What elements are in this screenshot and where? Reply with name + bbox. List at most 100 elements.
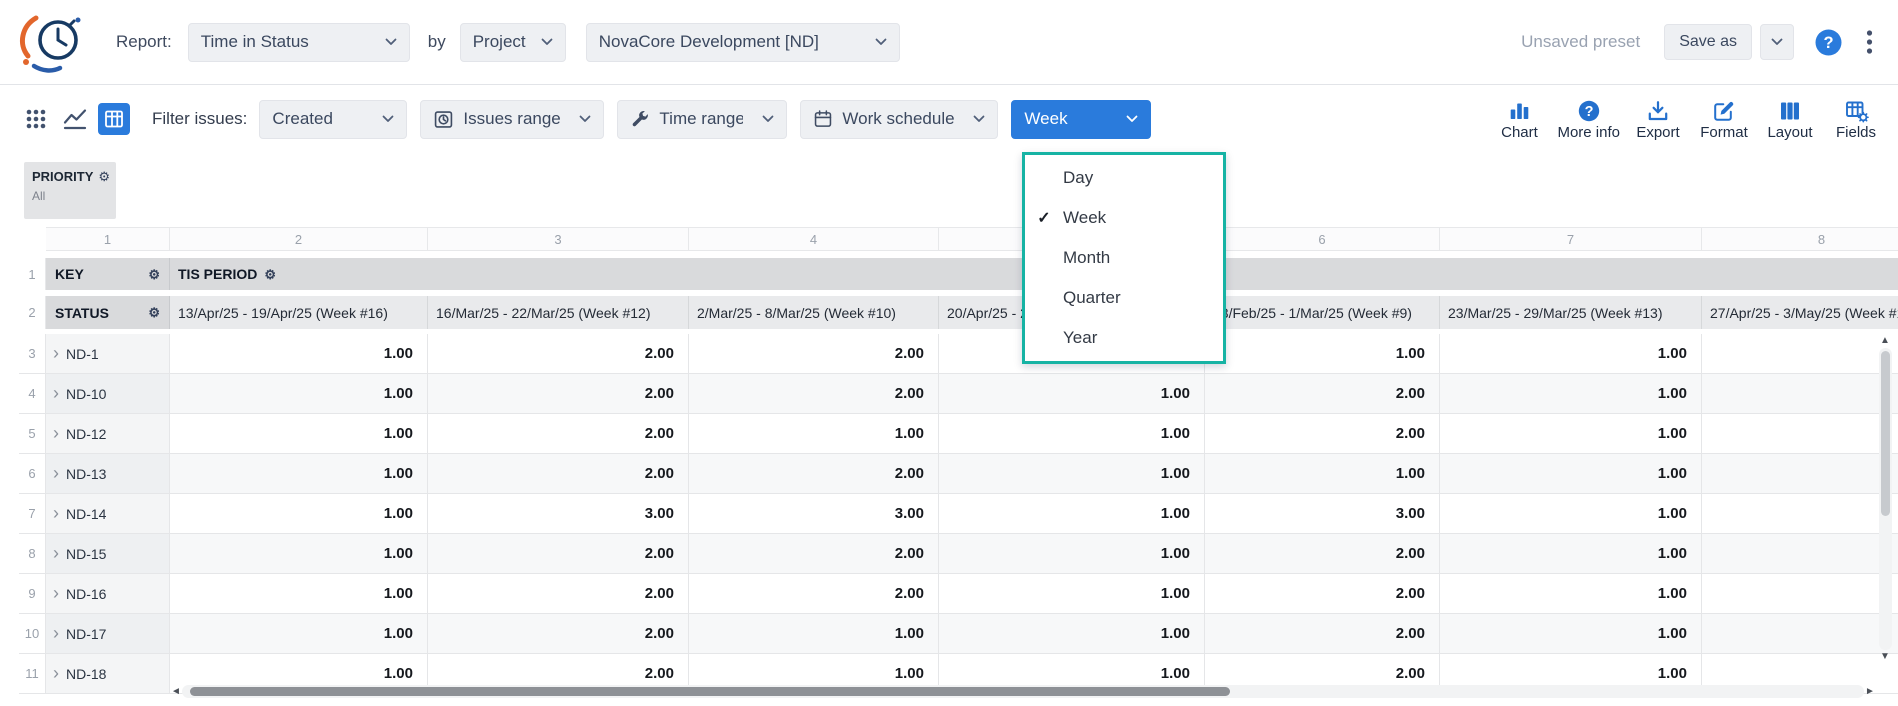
- scroll-right-icon[interactable]: ►: [1864, 686, 1876, 697]
- trend-chart-icon: [62, 107, 88, 131]
- vertical-scroll-thumb[interactable]: [1881, 351, 1890, 516]
- issue-key-cell[interactable]: ›ND-1: [46, 334, 170, 374]
- vertical-scrollbar[interactable]: ▲ ▼: [1877, 334, 1893, 664]
- horizontal-scroll-thumb[interactable]: [190, 687, 1230, 696]
- value-cell: 1.00: [1440, 574, 1702, 614]
- table-row: 9›ND-161.002.002.001.002.001.00: [19, 574, 1898, 614]
- grid-view-button[interactable]: [20, 103, 52, 135]
- wrench-icon: [630, 109, 650, 129]
- report-type-value: Time in Status: [201, 32, 375, 52]
- chart-action-button[interactable]: Chart: [1491, 98, 1547, 141]
- period-option-quarter[interactable]: Quarter: [1025, 278, 1223, 318]
- issues-range-label: Issues range: [463, 109, 560, 129]
- issue-key-cell[interactable]: ›ND-17: [46, 614, 170, 654]
- save-as-button[interactable]: Save as: [1664, 24, 1752, 60]
- period-option-week[interactable]: ✓Week: [1025, 198, 1223, 238]
- horizontal-scroll-track[interactable]: [182, 685, 1864, 698]
- chevron-down-icon: [382, 115, 394, 123]
- value-cell: 2.00: [428, 374, 689, 414]
- expand-row-icon[interactable]: ›: [53, 504, 59, 522]
- app-root: Report: Time in Status by Project NovaCo…: [0, 0, 1898, 706]
- issue-key-cell[interactable]: ›ND-15: [46, 534, 170, 574]
- period-column-header: 2/Mar/25 - 8/Mar/25 (Week #10): [689, 296, 939, 329]
- gear-icon[interactable]: ⚙: [148, 268, 160, 281]
- issue-key-cell[interactable]: › ND-14: [46, 494, 170, 534]
- issues-range-button[interactable]: Issues range: [420, 100, 604, 139]
- value-cell: [1702, 614, 1898, 654]
- issue-key-cell[interactable]: ›ND-12: [46, 414, 170, 454]
- priority-filter[interactable]: PRIORITY ⚙ All: [24, 162, 116, 219]
- format-action-button[interactable]: Format: [1696, 98, 1752, 141]
- value-cell: 2.00: [1205, 614, 1440, 654]
- project-select[interactable]: NovaCore Development [ND]: [586, 23, 900, 62]
- by-label: by: [428, 32, 446, 52]
- expand-row-icon[interactable]: ›: [53, 624, 59, 642]
- value-cell: 2.00: [689, 334, 939, 374]
- value-cell: 1.00: [689, 414, 939, 454]
- filter-created-select[interactable]: Created: [259, 100, 407, 139]
- issue-key: ND-14: [66, 506, 106, 522]
- time-range-label: Time range: [659, 109, 743, 129]
- value-cell: 1.00: [170, 414, 428, 454]
- row-number: 9: [19, 574, 46, 614]
- export-action-button[interactable]: Export: [1630, 98, 1686, 141]
- chart-view-button[interactable]: [59, 103, 91, 135]
- value-cell: 1.00: [1440, 614, 1702, 654]
- grid-dots-icon: [24, 107, 48, 131]
- issue-key-cell[interactable]: ›ND-16: [46, 574, 170, 614]
- period-option-month[interactable]: Month: [1025, 238, 1223, 278]
- app-logo: [12, 10, 92, 74]
- priority-title: PRIORITY: [32, 169, 93, 184]
- expand-row-icon[interactable]: ›: [53, 544, 59, 562]
- period-column-header: 27/Apr/25 - 3/May/25 (Week #18): [1702, 296, 1898, 329]
- gear-icon[interactable]: ⚙: [264, 268, 276, 281]
- expand-row-icon[interactable]: ›: [53, 344, 59, 362]
- layout-action-button[interactable]: Layout: [1762, 98, 1818, 141]
- value-cell: 2.00: [428, 414, 689, 454]
- help-button[interactable]: ?: [1814, 28, 1843, 57]
- period-option-label: Day: [1063, 168, 1093, 188]
- value-cell: 1.00: [170, 534, 428, 574]
- period-column-header: 23/Mar/25 - 29/Mar/25 (Week #13): [1440, 296, 1702, 329]
- work-schedule-button[interactable]: Work schedule: [800, 100, 998, 139]
- save-as-dropdown-button[interactable]: [1760, 24, 1794, 60]
- more-info-action-button[interactable]: ?More info: [1557, 98, 1620, 141]
- period-select[interactable]: Week: [1011, 100, 1151, 139]
- gear-icon[interactable]: ⚙: [98, 170, 110, 183]
- horizontal-scrollbar[interactable]: ◄ ►: [170, 684, 1876, 699]
- scroll-left-icon[interactable]: ◄: [170, 686, 182, 697]
- chevron-down-icon: [579, 115, 591, 123]
- expand-row-icon[interactable]: ›: [53, 464, 59, 482]
- expand-row-icon[interactable]: ›: [53, 584, 59, 602]
- issue-key-cell[interactable]: ›ND-13: [46, 454, 170, 494]
- period-option-day[interactable]: Day: [1025, 158, 1223, 198]
- priority-value: All: [32, 189, 108, 203]
- issue-key-cell[interactable]: ›ND-18: [46, 654, 170, 694]
- table-row: 4›ND-101.002.002.001.002.001.00: [19, 374, 1898, 414]
- report-type-select[interactable]: Time in Status: [188, 23, 410, 62]
- more-menu-button[interactable]: [1861, 27, 1878, 57]
- table-view-button[interactable]: [98, 103, 130, 135]
- table-row: 10›ND-171.002.001.001.002.001.00: [19, 614, 1898, 654]
- table-row: 6›ND-131.002.002.001.001.001.00: [19, 454, 1898, 494]
- period-option-label: Year: [1063, 328, 1097, 348]
- export-icon: [1646, 98, 1670, 123]
- gear-icon[interactable]: ⚙: [148, 306, 160, 319]
- expand-row-icon[interactable]: ›: [53, 384, 59, 402]
- vertical-scroll-track[interactable]: [1879, 348, 1892, 650]
- issue-key-cell[interactable]: ›ND-10: [46, 374, 170, 414]
- period-option-year[interactable]: Year: [1025, 318, 1223, 358]
- scroll-up-icon[interactable]: ▲: [1880, 334, 1890, 348]
- value-cell: 2.00: [1205, 414, 1440, 454]
- time-range-button[interactable]: Time range: [617, 100, 787, 139]
- svg-text:?: ?: [1823, 34, 1833, 52]
- fields-action-button[interactable]: Fields: [1828, 98, 1884, 141]
- value-cell: 2.00: [428, 454, 689, 494]
- period-option-label: Week: [1063, 208, 1106, 228]
- group-by-select[interactable]: Project: [460, 23, 566, 62]
- value-cell: [1702, 534, 1898, 574]
- preset-status: Unsaved preset: [1521, 32, 1640, 52]
- expand-row-icon[interactable]: ›: [53, 664, 59, 682]
- expand-row-icon[interactable]: ›: [53, 424, 59, 442]
- scroll-down-icon[interactable]: ▼: [1880, 650, 1890, 664]
